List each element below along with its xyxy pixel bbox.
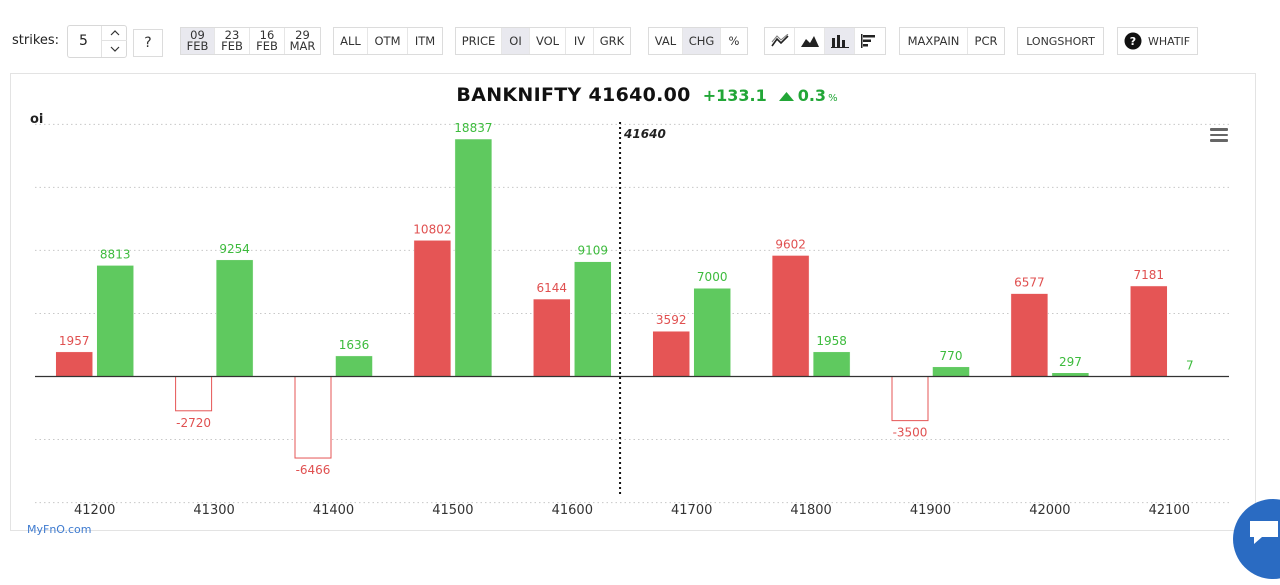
chat-icon [1250, 521, 1278, 544]
bar[interactable] [771, 255, 810, 377]
data-label: 1957 [59, 334, 90, 348]
x-tick-label: 41300 [193, 503, 234, 518]
bar[interactable] [1130, 285, 1168, 377]
bar[interactable] [812, 351, 851, 377]
bar[interactable] [533, 298, 571, 377]
x-tick-label: 41600 [552, 503, 593, 518]
bar[interactable] [55, 351, 93, 377]
data-label: 18837 [454, 121, 492, 135]
data-label: -6466 [296, 463, 331, 477]
data-label: 1636 [339, 338, 370, 352]
bar[interactable] [294, 376, 332, 459]
data-label: 297 [1059, 355, 1082, 369]
bar[interactable] [1010, 293, 1049, 377]
data-label: 6577 [1014, 276, 1045, 290]
data-label: 8813 [100, 247, 131, 261]
data-label: 3592 [656, 313, 687, 327]
bar[interactable] [652, 330, 690, 377]
bar[interactable] [96, 265, 134, 377]
bar[interactable] [413, 240, 452, 377]
oi-change-chart: oi 1957 8813 41200 -2720 9254 41300 -6466 1636 41… [30, 112, 1229, 518]
data-label: 7000 [697, 270, 728, 284]
bar[interactable] [693, 287, 731, 377]
x-tick-label: 41700 [671, 503, 712, 518]
bar[interactable] [335, 355, 373, 377]
data-label: 1958 [816, 334, 847, 348]
bar[interactable] [574, 261, 612, 377]
watermark: MyFnO.com [27, 523, 92, 536]
bar[interactable] [454, 138, 493, 377]
data-label: 6144 [537, 281, 568, 295]
x-tick-label: 41500 [432, 503, 473, 518]
y-axis-label: oi [30, 112, 43, 127]
data-label: 7181 [1134, 268, 1165, 282]
data-label: -2720 [176, 416, 211, 430]
data-label: 9109 [578, 244, 609, 258]
bar[interactable] [175, 376, 213, 412]
data-label: 7 [1186, 358, 1194, 372]
bar[interactable] [891, 376, 929, 422]
x-tick-label: 41200 [74, 503, 115, 518]
x-tick-label: 41800 [790, 503, 831, 518]
x-tick-label: 41900 [910, 503, 951, 518]
chart-menu-icon[interactable] [1210, 128, 1228, 142]
data-label: 9254 [219, 242, 250, 256]
bar[interactable] [215, 259, 254, 377]
data-label: 9602 [775, 237, 806, 251]
x-tick-label: 41400 [313, 503, 354, 518]
x-tick-label: 42100 [1149, 503, 1190, 518]
data-label: 770 [940, 349, 963, 363]
bar[interactable] [932, 366, 970, 377]
data-label: -3500 [893, 426, 928, 440]
x-tick-label: 42000 [1029, 503, 1070, 518]
data-label: 10802 [413, 222, 451, 236]
spot-label: 41640 [623, 127, 666, 141]
